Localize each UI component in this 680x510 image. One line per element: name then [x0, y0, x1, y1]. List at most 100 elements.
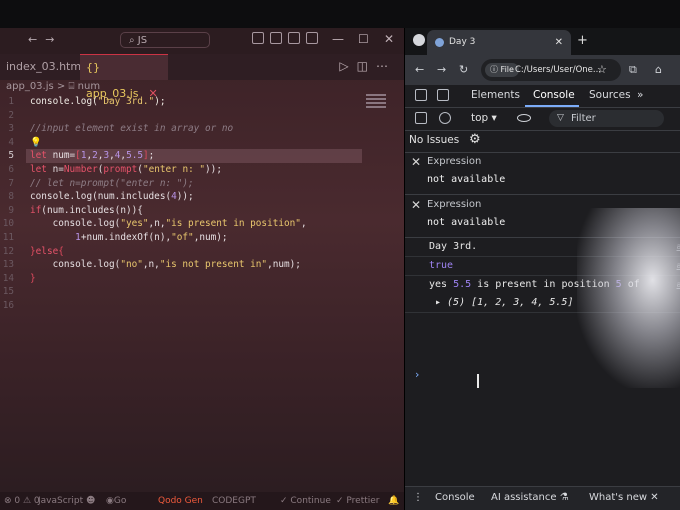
source-link[interactable]: app: [677, 276, 680, 294]
profile-icon[interactable]: ⌂: [655, 63, 662, 76]
device-toolbar-icon[interactable]: [437, 89, 449, 101]
devtools-panel: Elements Console Sources » top ▾ Filter …: [405, 85, 680, 510]
prettier-button[interactable]: ✓ Prettier: [336, 492, 380, 510]
devtools-tabbar: Elements Console Sources »: [405, 85, 680, 108]
lightbulb-icon[interactable]: 💡: [30, 136, 42, 150]
console-prompt-icon[interactable]: ›: [415, 368, 419, 381]
code-line: 3//input element exist in array or no: [8, 123, 234, 135]
layout-icon[interactable]: [252, 32, 264, 44]
more-tabs-button[interactable]: »: [637, 89, 643, 101]
bookmark-star-icon[interactable]: ☆: [597, 59, 607, 81]
language-mode[interactable]: JavaScript: [38, 492, 83, 510]
breadcrumb-symbol-icon: ⌸: [68, 81, 75, 92]
vscode-status-bar: ⊗ 0 ⚠ 0 JavaScript ☻ ◉ Go Live Qodo Gen …: [0, 492, 404, 510]
expression-value: not available: [427, 174, 506, 185]
run-split-icons[interactable]: ▷◫⋯: [339, 59, 396, 73]
chrome-toolbar: ← → ↻ ⓘ File C:/Users/User/One... ☆ ⧉ ⌂: [405, 55, 680, 85]
context-selector[interactable]: top ▾: [471, 112, 497, 124]
code-line: 7// let n=prompt("enter n: ");: [8, 177, 194, 189]
back-forward-icons[interactable]: ←→: [28, 33, 62, 46]
qodo-gen-button[interactable]: Qodo Gen: [158, 492, 203, 510]
tab-index-html[interactable]: index_03.html: [0, 54, 84, 80]
secondary-sidebar-icon[interactable]: [306, 32, 318, 44]
code-line: 8 console.log(num.includes(4));: [8, 191, 194, 203]
notifications-icon[interactable]: 🔔: [388, 492, 399, 510]
file-scheme-chip[interactable]: ⓘ File: [485, 63, 519, 77]
breadcrumb-separator: >: [56, 81, 66, 92]
address-bar[interactable]: ⓘ File C:/Users/User/One... ☆: [481, 59, 621, 81]
tab-sources[interactable]: Sources: [589, 89, 631, 101]
new-tab-button[interactable]: +: [577, 33, 588, 48]
console-log-row: Day 3rd.app: [405, 238, 680, 257]
remove-expression-icon[interactable]: ✕: [411, 198, 421, 212]
breadcrumb-file[interactable]: app_03.js: [6, 81, 54, 92]
tab-console[interactable]: Console: [533, 89, 575, 101]
array-preview-expandable[interactable]: ▸ (5) [1, 2, 3, 4, 5.5]: [405, 294, 680, 313]
drawer-tab-whats-new[interactable]: What's new ✕: [589, 492, 659, 503]
maximize-icon[interactable]: ☐: [358, 32, 369, 46]
console-filter-input[interactable]: Filter: [549, 110, 664, 127]
reload-icon[interactable]: ↻: [459, 63, 468, 76]
minimize-icon[interactable]: —: [332, 32, 344, 46]
address-text: C:/Users/User/One...: [515, 65, 601, 75]
clear-console-icon[interactable]: [439, 112, 451, 124]
tab-app-js[interactable]: {} app_03.js ✕: [80, 54, 168, 100]
console-toolbar: top ▾ Filter: [405, 108, 680, 131]
live-expression[interactable]: ✕ Expression not available: [405, 152, 680, 195]
breadcrumb[interactable]: app_03.js > ⌸ num: [6, 81, 100, 92]
go-live-button[interactable]: ◉ Go Live: [106, 492, 126, 510]
live-expression[interactable]: ✕ Expression not available: [405, 195, 680, 238]
devtools-drawer-tabs: ⋮ Console AI assistance ⚗ What's new ✕: [405, 486, 680, 510]
back-icon[interactable]: ←: [415, 63, 424, 76]
live-expression-eye-icon[interactable]: [517, 114, 531, 122]
drawer-tab-console[interactable]: Console: [435, 492, 475, 503]
sidebar-toggle-icon[interactable]: [270, 32, 282, 44]
remove-expression-icon[interactable]: ✕: [411, 155, 421, 169]
breadcrumb-symbol[interactable]: num: [78, 81, 100, 92]
code-line: 2: [8, 109, 14, 121]
expression-label[interactable]: Expression: [427, 199, 481, 210]
codegpt-button[interactable]: CODEGPT: [212, 492, 256, 510]
code-editor[interactable]: 1 console.log("Day 3rd."); 2 3//input ele…: [0, 95, 404, 313]
drawer-menu-icon[interactable]: ⋮: [413, 492, 423, 503]
text-cursor: [477, 374, 479, 388]
active-tab-indicator: [525, 105, 579, 107]
settings-gear-icon[interactable]: ⚙: [469, 132, 481, 147]
vscode-window: ←→ ⌕ JS — ☐ ✕ index_03.html {} app_03.js…: [0, 28, 404, 510]
forward-icon[interactable]: →: [437, 63, 446, 76]
code-line: 9 if(num.includes(n)){: [8, 204, 143, 216]
code-line: 13 console.log("no",n,"is not present in…: [2, 259, 301, 271]
source-link[interactable]: app: [677, 257, 680, 275]
tab-search-icon[interactable]: [413, 34, 425, 46]
command-search-box[interactable]: ⌕ JS: [120, 32, 210, 48]
globe-icon: [435, 38, 444, 47]
code-line: 1 console.log("Day 3rd.");: [8, 96, 166, 107]
console-messages: Day 3rd.app trueapp yes 5.5 is present i…: [405, 238, 680, 313]
screen: ←→ ⌕ JS — ☐ ✕ index_03.html {} app_03.js…: [0, 28, 680, 510]
continue-button[interactable]: ✓ Continue: [280, 492, 331, 510]
drawer-tab-ai-assistance[interactable]: AI assistance ⚗: [491, 492, 569, 503]
close-tab-icon[interactable]: ✕: [555, 30, 563, 55]
code-line: 14}: [2, 272, 36, 284]
search-text: JS: [137, 35, 148, 46]
browser-tab[interactable]: Day 3 ✕: [427, 30, 571, 55]
tab-label: index_03.html: [6, 60, 85, 73]
console-log-row: trueapp: [405, 257, 680, 276]
chrome-tabstrip: Day 3 ✕ +: [405, 28, 680, 55]
inspect-element-icon[interactable]: [415, 89, 427, 101]
close-window-icon[interactable]: ✕: [384, 32, 394, 46]
js-file-icon: {}: [86, 61, 100, 74]
copilot-icon[interactable]: ☻: [86, 492, 95, 510]
panel-toggle-icon[interactable]: [288, 32, 300, 44]
browser-tab-title: Day 3: [449, 37, 476, 47]
code-line: 6 let n=Number(prompt("enter n: "));: [8, 163, 222, 175]
code-line-current: 5 let num=[1,2,3,4,5.5];: [0, 149, 404, 163]
source-link[interactable]: app: [677, 238, 680, 256]
issues-count[interactable]: No Issues: [409, 134, 459, 146]
extensions-icon[interactable]: ⧉: [629, 63, 637, 77]
sidebar-toggle-icon[interactable]: [415, 112, 427, 124]
code-line: 11 1+num.indexOf(n),"of",num);: [2, 231, 228, 243]
expression-label[interactable]: Expression: [427, 156, 481, 167]
tab-elements[interactable]: Elements: [471, 89, 520, 101]
problems-indicator[interactable]: ⊗ 0 ⚠ 0: [4, 492, 40, 510]
